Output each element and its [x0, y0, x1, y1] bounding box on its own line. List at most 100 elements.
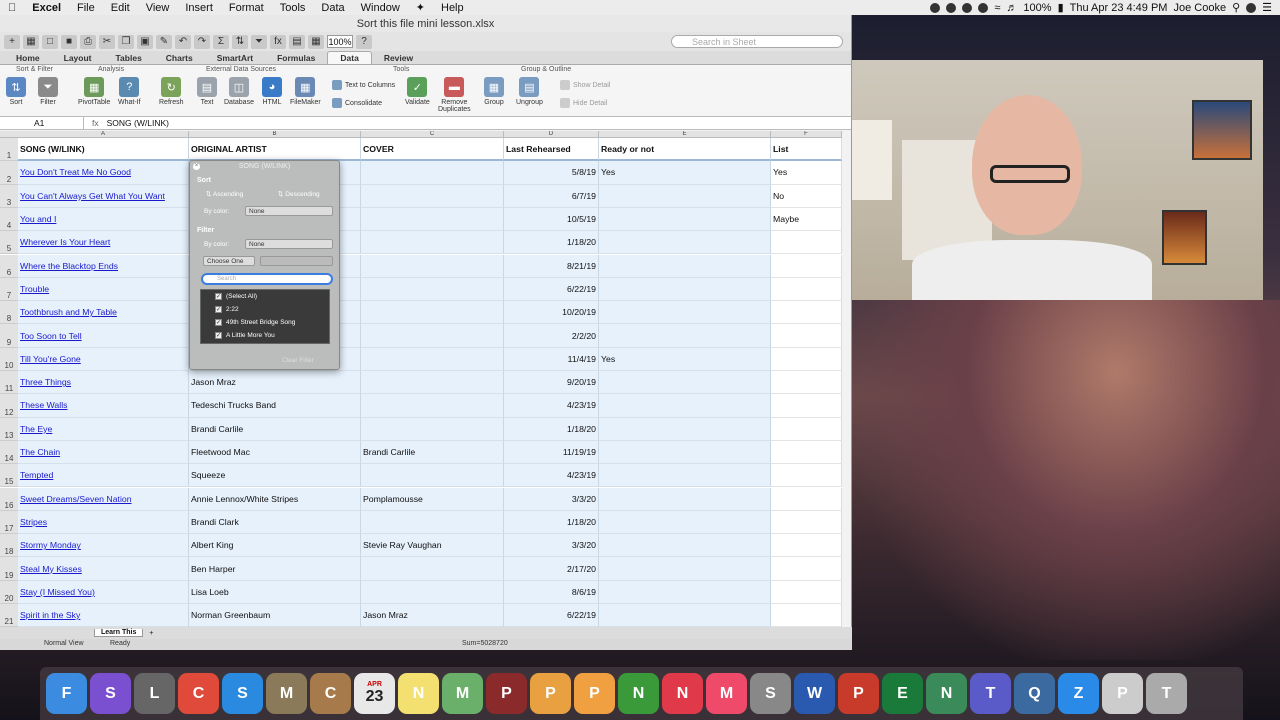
song-link-cell[interactable]: These Walls	[18, 394, 189, 418]
volume-icon[interactable]: ♬	[1006, 2, 1017, 14]
copy-icon[interactable]: ❐	[118, 34, 134, 49]
ready-cell[interactable]	[599, 417, 771, 441]
col-header-a[interactable]: A	[18, 131, 189, 138]
tab-data[interactable]: Data	[327, 51, 372, 64]
row-header[interactable]: 15	[0, 464, 18, 488]
list-cell[interactable]	[771, 557, 842, 581]
spotlight-icon[interactable]: ⚲	[1232, 1, 1240, 14]
group-button[interactable]: ▦ Group	[484, 77, 504, 106]
sort-color-select[interactable]: None	[245, 206, 333, 216]
song-link-cell[interactable]: You Don't Treat Me No Good	[18, 161, 189, 185]
menu-edit[interactable]: Edit	[103, 2, 138, 14]
list-cell[interactable]	[771, 417, 842, 441]
filter-item-select-all[interactable]: ✓ (Select All)	[201, 290, 329, 303]
date-cell[interactable]: 6/7/19	[504, 184, 599, 208]
col-header-b[interactable]: B	[189, 131, 361, 138]
date-cell[interactable]: 2/17/20	[504, 557, 599, 581]
row-header[interactable]: 8	[0, 301, 18, 325]
filter-search-input[interactable]: Search	[201, 273, 333, 285]
contacts-dock-icon[interactable]: C	[310, 673, 351, 714]
tab-tables[interactable]: Tables	[104, 52, 154, 64]
list-cell[interactable]	[771, 254, 842, 278]
cover-cell[interactable]	[361, 580, 504, 604]
header-original-artist[interactable]: ORIGINAL ARTIST	[189, 138, 361, 162]
cover-cell[interactable]: Jason Mraz	[361, 604, 504, 627]
header-list[interactable]: List	[771, 138, 842, 162]
col-header-e[interactable]: E	[599, 131, 771, 138]
zoom-field[interactable]: 100%	[327, 35, 353, 48]
row-header[interactable]: 17	[0, 510, 18, 535]
list-cell[interactable]	[771, 604, 842, 627]
filter-item[interactable]: ✓ 49th Street Bridge Song	[201, 316, 329, 329]
cover-cell[interactable]	[361, 347, 504, 371]
date-cell[interactable]: 8/6/19	[504, 580, 599, 604]
filemaker-button[interactable]: ▦ FileMaker	[290, 77, 321, 106]
checkbox-icon[interactable]: ✓	[215, 306, 222, 313]
song-link-cell[interactable]: Sweet Dreams/Seven Nation	[18, 487, 189, 511]
text-import-button[interactable]: ▤ Text	[197, 77, 217, 106]
row-header[interactable]: 19	[0, 557, 18, 581]
song-link-cell[interactable]: Where the Blacktop Ends	[18, 254, 189, 278]
autosum-icon[interactable]: Σ	[213, 34, 229, 49]
song-link-cell[interactable]: Spirit in the Sky	[18, 604, 189, 627]
list-cell[interactable]	[771, 371, 842, 395]
database-button[interactable]: ◫ Database	[224, 77, 254, 106]
song-link-cell[interactable]: Steal My Kisses	[18, 557, 189, 581]
menu-tools[interactable]: Tools	[272, 2, 314, 14]
artist-cell[interactable]: Ben Harper	[189, 557, 361, 581]
html-button[interactable]: ◕ HTML	[262, 77, 282, 106]
row-header[interactable]: 11	[0, 371, 18, 395]
close-icon[interactable]: ×	[193, 163, 200, 170]
filter-button[interactable]: ⏷ Filter	[38, 77, 58, 106]
news-dock-icon[interactable]: N	[662, 673, 703, 714]
song-link-cell[interactable]: You and I	[18, 207, 189, 232]
cover-cell[interactable]	[361, 231, 504, 255]
filter-value-list[interactable]: ✓ (Select All) ✓ 2:22 ✓ 49th Street Bridge …	[200, 289, 330, 344]
row-header[interactable]: 9	[0, 324, 18, 348]
row-header[interactable]: 21	[0, 604, 18, 627]
ungroup-button[interactable]: ▤ Ungroup	[516, 77, 543, 106]
apple-menu-icon[interactable]: 	[0, 2, 24, 14]
col-header-d[interactable]: D	[504, 131, 599, 138]
row-header[interactable]: 6	[0, 254, 18, 278]
zoom-status-icon[interactable]	[946, 2, 957, 13]
criteria-input[interactable]	[260, 256, 333, 266]
sort-icon[interactable]: ⇅	[232, 34, 248, 49]
notes-dock-icon[interactable]: N	[398, 673, 439, 714]
song-link-cell[interactable]: Tempted	[18, 464, 189, 488]
maps-dock-icon[interactable]: M	[442, 673, 483, 714]
ready-cell[interactable]: Yes	[599, 347, 771, 371]
wifi-icon[interactable]: ≈	[994, 2, 1000, 14]
worksheet-grid[interactable]: A B C D E F 1 SONG (W/LINK) ORIGINAL ARTIS…	[0, 131, 842, 627]
cover-cell[interactable]	[361, 324, 504, 348]
header-song[interactable]: SONG (W/LINK)	[18, 138, 189, 162]
menu-data[interactable]: Data	[313, 2, 352, 14]
ready-cell[interactable]	[599, 324, 771, 348]
excel-dock-icon[interactable]: E	[882, 673, 923, 714]
artist-cell[interactable]: Jason Mraz	[189, 371, 361, 395]
date-cell[interactable]: 1/18/20	[504, 417, 599, 441]
ready-cell[interactable]	[599, 580, 771, 604]
date-cell[interactable]: 3/3/20	[504, 487, 599, 511]
menu-user[interactable]: Joe Cooke	[1173, 2, 1226, 14]
row-header[interactable]: 18	[0, 534, 18, 558]
list-cell[interactable]	[771, 464, 842, 488]
song-link-cell[interactable]: Three Things	[18, 371, 189, 395]
artist-cell[interactable]: Tedeschi Trucks Band	[189, 394, 361, 418]
date-cell[interactable]: 4/23/19	[504, 464, 599, 488]
cover-cell[interactable]	[361, 254, 504, 278]
gallery-icon[interactable]: ▦	[308, 34, 324, 49]
menu-file[interactable]: File	[69, 2, 103, 14]
ready-cell[interactable]	[599, 394, 771, 418]
ready-cell[interactable]	[599, 557, 771, 581]
tab-formulas[interactable]: Formulas	[265, 52, 327, 64]
list-cell[interactable]	[771, 440, 842, 465]
network-dock-icon[interactable]: N	[926, 673, 967, 714]
search-sheet-input[interactable]: Search in Sheet	[671, 35, 843, 48]
undo-icon[interactable]: ↶	[175, 34, 191, 49]
artist-cell[interactable]: Brandi Carlile	[189, 417, 361, 441]
song-link-cell[interactable]: Stripes	[18, 510, 189, 535]
formula-builder-icon[interactable]: fx	[270, 34, 286, 49]
artist-cell[interactable]: Squeeze	[189, 464, 361, 488]
system-preferences-dock-icon[interactable]: S	[750, 673, 791, 714]
